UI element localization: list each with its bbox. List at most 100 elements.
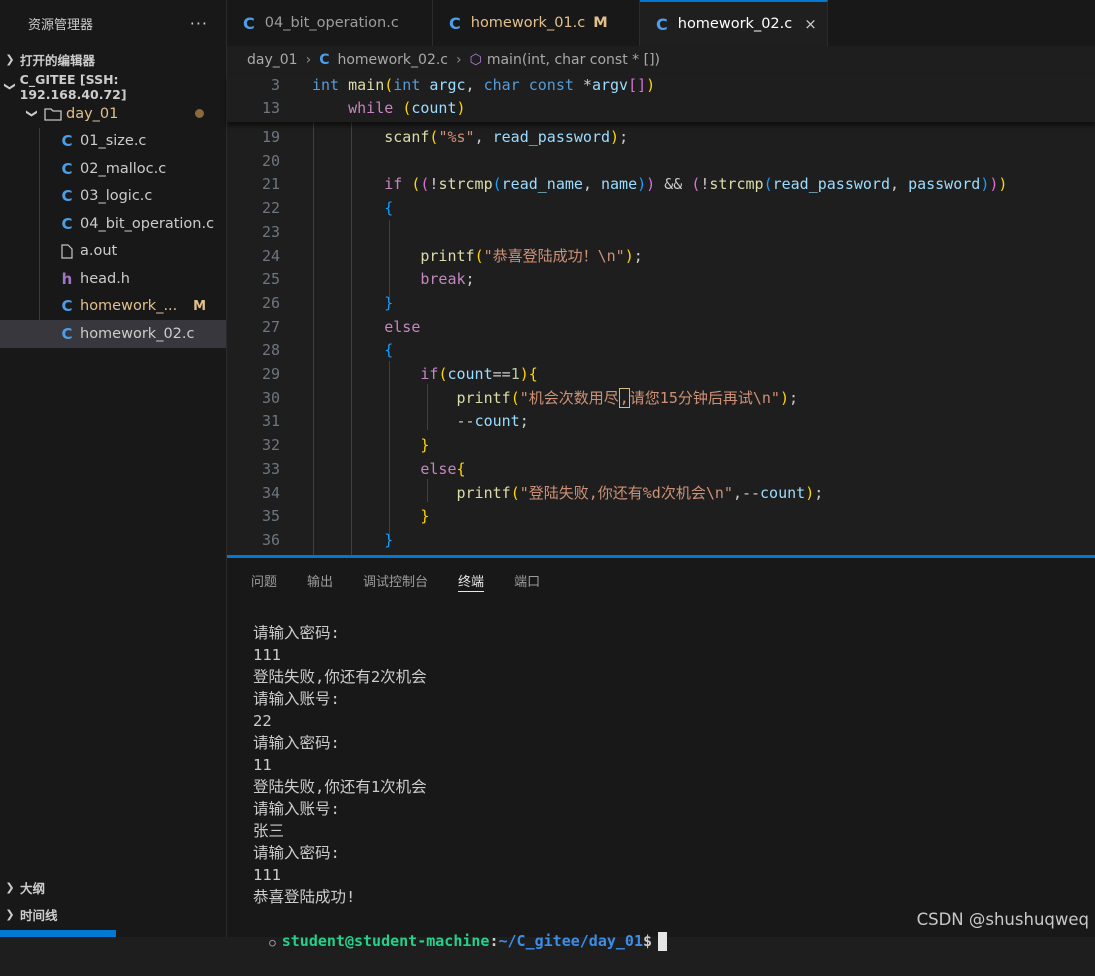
file-item[interactable]: C 01_size.c [0, 128, 226, 156]
sticky-scroll[interactable]: 3 int main(int argc, char const *argv[]) … [227, 74, 1095, 122]
status-bar-remote-indicator[interactable] [0, 930, 116, 937]
line-number: 19 [261, 128, 280, 146]
command-status-circle-icon: ○ [269, 936, 276, 949]
c-file-icon: C [61, 159, 73, 178]
code-line[interactable]: 19 scanf("%s", read_password); [227, 126, 1095, 150]
code-text: if(count==1){ [420, 365, 538, 383]
file-item[interactable]: a.out [0, 238, 226, 266]
file-name: homework_02.c [80, 325, 195, 342]
tab-ports[interactable]: 端口 [514, 558, 540, 602]
code-line[interactable]: 35 } [227, 505, 1095, 529]
code-line[interactable]: 20 [227, 150, 1095, 174]
code-text: else [384, 317, 421, 336]
breadcrumb-file[interactable]: homework_02.c [337, 52, 448, 68]
more-actions-icon[interactable]: ··· [190, 14, 208, 33]
line-number: 31 [261, 412, 280, 431]
terminal-prompt[interactable]: ○ student@student-machine:~/C_gitee/day_0… [233, 908, 668, 951]
file-item[interactable]: C 03_logic.c [0, 183, 226, 211]
line-number: 22 [261, 199, 280, 218]
code-line[interactable]: 26 } [227, 292, 1095, 316]
c-file-icon: C [61, 132, 73, 151]
code-line[interactable]: 21 if ((!strcmp(read_name, name)) && (!s… [227, 173, 1095, 197]
open-editors-label: 打开的编辑器 [20, 53, 96, 68]
file-item[interactable]: C 04_bit_operation.c [0, 210, 226, 238]
terminal-line: 请输入账号: [253, 690, 340, 708]
code-text: break; [420, 270, 475, 289]
tab-terminal[interactable]: 终端 [458, 558, 485, 602]
tab-label: homework_02.c [677, 16, 793, 32]
modified-dot-icon [195, 109, 204, 119]
timeline-section[interactable]: ❯ 时间线 [0, 901, 226, 928]
c-file-icon: C [61, 187, 73, 206]
tab-output[interactable]: 输出 [307, 558, 333, 602]
file-name: homework_... [80, 298, 178, 315]
open-editors-section[interactable]: ❯ 打开的编辑器 [0, 46, 226, 73]
file-name: 03_logic.c [80, 188, 153, 205]
prompt-symbol: $ [643, 932, 653, 950]
code-line[interactable]: 33 else{ [227, 458, 1095, 482]
sticky-line[interactable]: 3 int main(int argc, char const *argv[]) [227, 74, 1095, 98]
breadcrumb-symbol[interactable]: main(int, char const * []) [487, 52, 660, 68]
code-line[interactable]: 31 --count; [227, 410, 1095, 434]
tab-problems[interactable]: 问题 [251, 558, 277, 602]
explorer-title: 资源管理器 [28, 17, 94, 33]
code-line[interactable]: 24 printf("恭喜登陆成功！\n"); [227, 245, 1095, 269]
tab-homework-01[interactable]: Chomework_01.c M [433, 0, 640, 46]
folder-day-01[interactable]: ❯ day_01 [0, 100, 226, 128]
line-number: 36 [261, 530, 280, 549]
close-icon[interactable]: × [804, 15, 817, 33]
code-line[interactable]: 29 if(count==1){ [227, 363, 1095, 387]
modified-badge: M [193, 298, 206, 314]
terminal-output[interactable]: 请输入密码: 111 登陆失败,你还有2次机会 请输入账号: 22 请输入密码:… [253, 622, 427, 908]
code-text: printf("机会次数用尽,请您15分钟后再试\n"); [456, 387, 799, 408]
terminal-line: 登陆失败,你还有2次机会 [253, 668, 427, 686]
terminal-line: 登陆失败,你还有1次机会 [253, 778, 427, 796]
code-line[interactable]: 27 else [227, 316, 1095, 340]
folder-label: day_01 [66, 105, 119, 122]
line-number: 24 [261, 246, 280, 265]
chevron-right-icon: ❯ [5, 908, 15, 921]
terminal-line: 恭喜登陆成功! [253, 888, 356, 906]
c-file-icon: C [319, 52, 330, 68]
code-line[interactable]: 22 { [227, 197, 1095, 221]
tab-homework-02[interactable]: Chomework_02.c × [640, 0, 828, 46]
line-number: 33 [261, 459, 280, 478]
outline-section[interactable]: ❯ 大纲 [0, 874, 226, 901]
code-text: } [384, 530, 394, 549]
bottom-panel: 问题 输出 调试控制台 终端 端口 请输入密码: 111 登陆失败,你还有2次机… [227, 558, 1095, 951]
explorer-sidebar: 资源管理器 ··· ❯ 打开的编辑器 ❯ C_GITEE [SSH: 192.1… [0, 0, 227, 937]
timeline-label: 时间线 [20, 908, 58, 923]
code-text: { [384, 341, 394, 360]
breadcrumb-folder[interactable]: day_01 [247, 52, 298, 68]
sticky-line[interactable]: 13 while (count) [227, 97, 1095, 121]
code-line[interactable]: 30 printf("机会次数用尽,请您15分钟后再试\n"); [227, 387, 1095, 411]
code-line[interactable]: 23 [227, 221, 1095, 245]
file-item-selected[interactable]: Chomework_02.c [0, 320, 226, 348]
header-file-icon: h [61, 269, 73, 288]
terminal-line: 张三 [253, 822, 285, 840]
line-number: 20 [261, 151, 280, 170]
c-file-icon: C [656, 14, 668, 34]
prompt-user: student@student-machine [281, 932, 490, 950]
code-line[interactable]: 32 } [227, 434, 1095, 458]
chevron-right-icon: ❯ [5, 881, 15, 894]
c-file-icon: C [61, 324, 73, 343]
code-line[interactable]: 36 } [227, 529, 1095, 553]
file-item[interactable]: h head.h [0, 265, 226, 293]
workspace-section[interactable]: ❯ C_GITEE [SSH: 192.168.40.72] [0, 72, 226, 102]
tab-04-bit-operation[interactable]: C 04_bit_operation.c [227, 0, 433, 46]
tab-label: 04_bit_operation.c [264, 15, 399, 31]
code-text: printf("登陆失败,你还有%d次机会\n",--count); [456, 483, 824, 502]
file-item[interactable]: Chomework_... M [0, 293, 226, 321]
file-item[interactable]: C 02_malloc.c [0, 155, 226, 183]
tab-debug-console[interactable]: 调试控制台 [363, 558, 428, 602]
code-editor[interactable]: 3 int main(int argc, char const *argv[]) … [227, 74, 1095, 555]
code-line[interactable]: 28 { [227, 339, 1095, 363]
terminal-line: 111 [253, 646, 281, 664]
file-name: 04_bit_operation.c [80, 215, 215, 232]
c-file-icon: C [61, 214, 73, 233]
chevron-right-icon: ❯ [5, 53, 15, 66]
code-line[interactable]: 34 printf("登陆失败,你还有%d次机会\n",--count); [227, 482, 1095, 506]
modified-badge: M [593, 15, 608, 31]
code-line[interactable]: 25 break; [227, 268, 1095, 292]
